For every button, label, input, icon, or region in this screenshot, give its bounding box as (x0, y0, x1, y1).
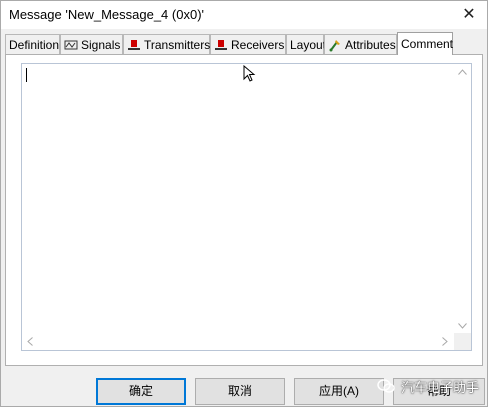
tab-label: Definition (9, 37, 60, 52)
attributes-icon (328, 38, 342, 52)
scroll-down-icon[interactable] (458, 322, 467, 332)
vertical-scrollbar[interactable] (454, 64, 471, 334)
apply-button[interactable]: 应用(A) (294, 378, 384, 405)
tab-label: Transmitters (144, 37, 211, 52)
comment-panel (5, 54, 483, 366)
watermark-text: 汽车电子助手 (401, 379, 480, 395)
scroll-left-icon[interactable] (27, 337, 33, 349)
scroll-up-icon[interactable] (458, 68, 467, 78)
tab-label: Attributes (345, 37, 396, 52)
message-dialog: Message 'New_Message_4 (0x0)' ✕ Definiti… (0, 0, 488, 407)
scrollbar-corner (454, 333, 471, 350)
ok-button[interactable]: 确定 (96, 378, 186, 405)
tab-label: Layout (290, 37, 327, 52)
tab-receivers[interactable]: Receivers (210, 34, 286, 54)
tab-signals[interactable]: Signals (60, 34, 123, 54)
watermark: 汽车电子助手 (377, 375, 479, 397)
tab-layout[interactable]: Layout (286, 34, 327, 54)
cancel-button[interactable]: 取消 (195, 378, 285, 405)
title-bar: Message 'New_Message_4 (0x0)' ✕ (1, 1, 487, 29)
close-button[interactable]: ✕ (457, 3, 481, 27)
tab-attributes[interactable]: Attributes (324, 34, 397, 54)
mouse-pointer-icon (243, 64, 257, 83)
horizontal-scrollbar[interactable] (22, 333, 454, 350)
tab-label: Signals (81, 37, 121, 52)
receiver-node-icon (214, 38, 228, 52)
scroll-right-icon[interactable] (442, 337, 448, 349)
comment-textarea[interactable] (21, 63, 472, 351)
text-caret (26, 68, 27, 82)
tab-comment[interactable]: Comment (397, 32, 453, 55)
wechat-icon (377, 378, 395, 394)
transmitter-node-icon (127, 38, 141, 52)
signals-icon (64, 38, 78, 52)
tab-label: Receivers (231, 37, 285, 52)
window-title: Message 'New_Message_4 (0x0)' (9, 7, 204, 22)
tab-strip: Definition Signals Transmitters Receiver… (5, 32, 485, 55)
tab-transmitters[interactable]: Transmitters (123, 34, 210, 54)
tab-label: Comment (401, 37, 454, 51)
tab-definition[interactable]: Definition (5, 34, 60, 54)
